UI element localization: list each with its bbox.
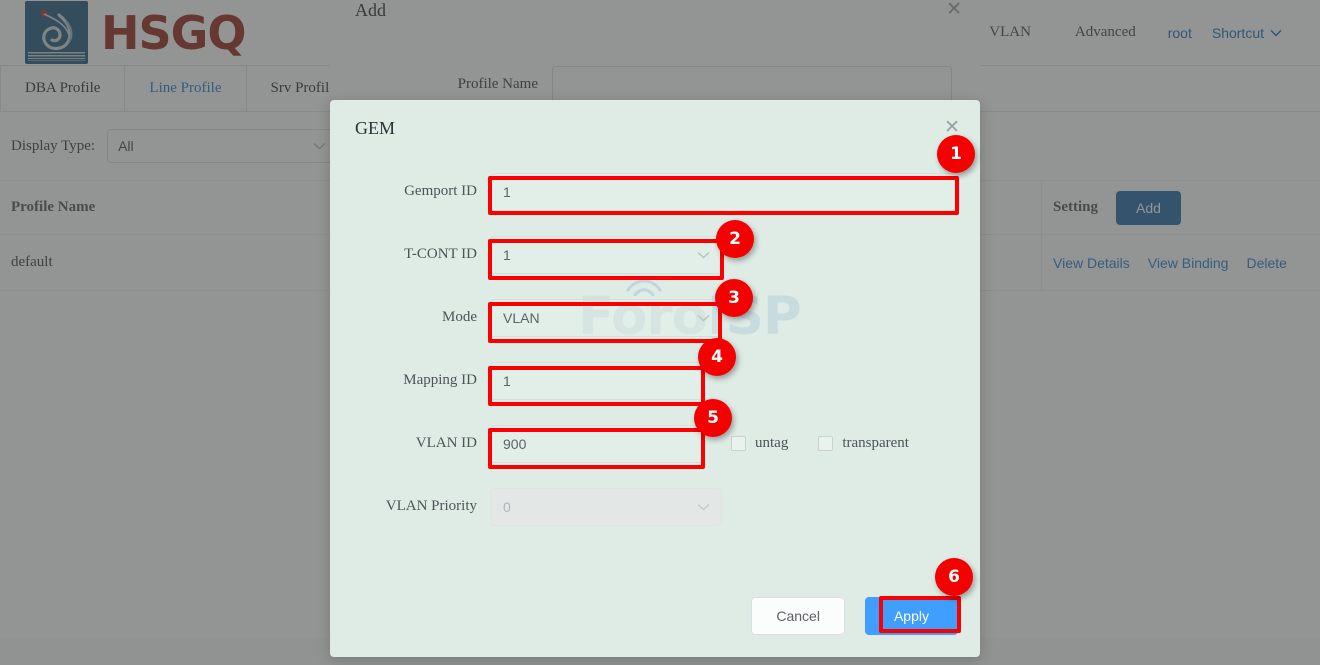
apply-button[interactable]: Apply bbox=[865, 597, 958, 635]
vlan-id-input[interactable]: 900 bbox=[490, 425, 705, 463]
mode-select[interactable]: VLAN bbox=[490, 299, 722, 337]
vlan-priority-label: VLAN Priority bbox=[330, 498, 490, 515]
vlan-options-group: untag transparent bbox=[731, 435, 909, 452]
vlan-priority-value: 0 bbox=[503, 499, 511, 515]
mode-label: Mode bbox=[330, 309, 490, 326]
mapping-id-input[interactable]: 1 bbox=[490, 362, 705, 400]
mapping-id-label: Mapping ID bbox=[330, 372, 490, 389]
vlan-priority-select: 0 bbox=[490, 488, 722, 526]
gem-dialog: GEM ✕ ForoISP Gemport ID 1 T-CONT ID 1 bbox=[330, 100, 980, 657]
transparent-checkbox[interactable]: transparent bbox=[818, 435, 909, 452]
tcont-id-select[interactable]: 1 bbox=[490, 236, 722, 274]
screenshot-root: HSGQ VLAN Advanced root Shortcut DBA Pro… bbox=[0, 0, 1320, 665]
cancel-button[interactable]: Cancel bbox=[751, 597, 845, 635]
untag-checkbox[interactable]: untag bbox=[731, 435, 788, 452]
vlan-id-label: VLAN ID bbox=[330, 435, 490, 452]
gem-dialog-footer: Cancel Apply bbox=[751, 597, 958, 635]
tcont-id-value: 1 bbox=[503, 247, 511, 263]
gem-form: Gemport ID 1 T-CONT ID 1 Mode VLAN bbox=[330, 160, 980, 538]
close-icon[interactable]: ✕ bbox=[944, 118, 960, 137]
transparent-label: transparent bbox=[842, 435, 909, 452]
field-row-mapping-id: Mapping ID 1 bbox=[330, 349, 980, 412]
chevron-down-icon bbox=[697, 251, 710, 259]
field-row-gemport-id: Gemport ID 1 bbox=[330, 160, 980, 223]
checkbox-box-icon bbox=[818, 436, 833, 451]
gem-dialog-title: GEM bbox=[355, 118, 395, 139]
field-row-mode: Mode VLAN bbox=[330, 286, 980, 349]
tcont-id-label: T-CONT ID bbox=[330, 246, 490, 263]
field-row-vlan-id: VLAN ID 900 untag transparent bbox=[330, 412, 980, 475]
untag-label: untag bbox=[755, 435, 788, 452]
mode-value: VLAN bbox=[503, 310, 540, 326]
field-row-tcont-id: T-CONT ID 1 bbox=[330, 223, 980, 286]
field-row-vlan-priority: VLAN Priority 0 bbox=[330, 475, 980, 538]
chevron-down-icon bbox=[697, 314, 710, 322]
checkbox-box-icon bbox=[731, 436, 746, 451]
gemport-id-input[interactable]: 1 bbox=[490, 173, 960, 211]
chevron-down-icon bbox=[697, 503, 710, 511]
gemport-id-label: Gemport ID bbox=[330, 183, 490, 200]
